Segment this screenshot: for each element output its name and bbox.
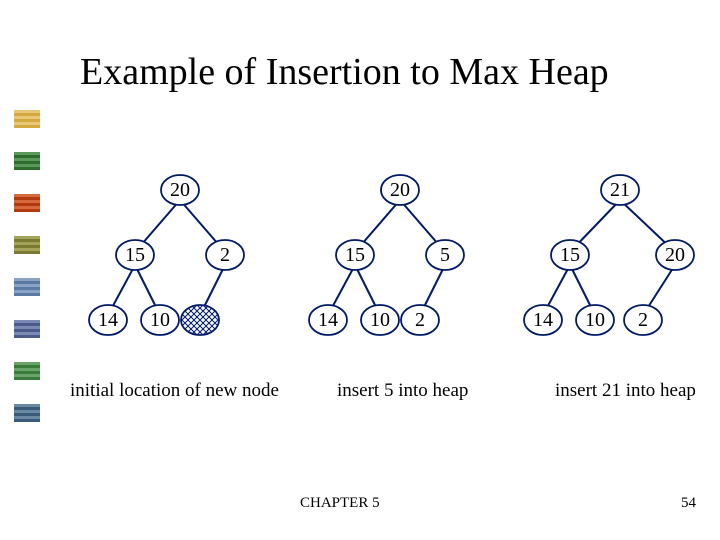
caption-1: initial location of new node: [70, 380, 279, 402]
caption-3: insert 21 into heap: [555, 380, 696, 402]
node-root: 20: [390, 179, 410, 201]
node-root: 20: [170, 179, 190, 201]
heap-tree-2: 20 15 5 14 10 2: [300, 170, 500, 370]
node-ll: 14: [533, 309, 553, 331]
node-l: 15: [560, 244, 580, 266]
placeholder-node-icon: [181, 305, 219, 335]
node-root: 21: [610, 179, 630, 201]
heap-tree-1: 20 15 2 14 10: [80, 170, 280, 370]
node-rl: 2: [638, 309, 648, 331]
slide-title: Example of Insertion to Max Heap: [80, 50, 609, 94]
node-ll: 14: [98, 309, 118, 331]
node-ll: 14: [318, 309, 338, 331]
sidebar-decoration: [14, 110, 40, 446]
node-l: 15: [125, 244, 145, 266]
node-lr: 10: [370, 309, 390, 331]
node-lr: 10: [585, 309, 605, 331]
footer-page: 54: [681, 495, 696, 512]
caption-2: insert 5 into heap: [337, 380, 468, 402]
node-r: 20: [665, 244, 685, 266]
node-lr: 10: [150, 309, 170, 331]
node-r: 2: [220, 244, 230, 266]
node-rl: 2: [415, 309, 425, 331]
node-r: 5: [440, 244, 450, 266]
heap-tree-3: 21 15 20 14 10 2: [515, 170, 720, 370]
node-l: 15: [345, 244, 365, 266]
footer-chapter: CHAPTER 5: [300, 495, 380, 512]
